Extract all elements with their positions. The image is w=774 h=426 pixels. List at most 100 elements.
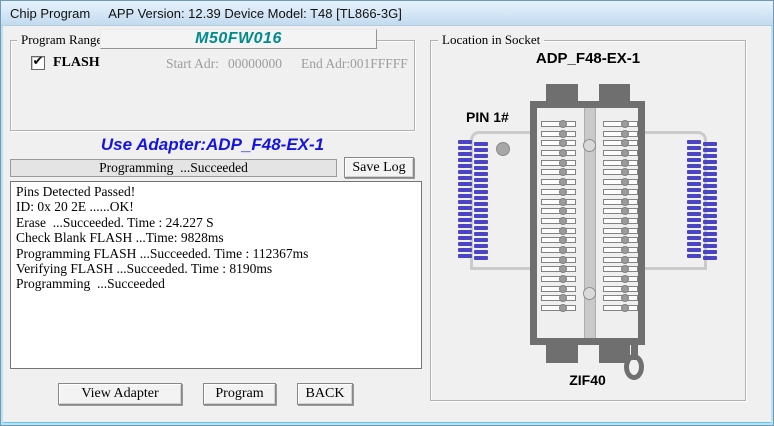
pin-header-right-col1: [687, 140, 701, 260]
zif-pin-slot: [541, 295, 576, 301]
log-area[interactable]: Pins Detected Passed!ID: 0x 20 2E ......…: [10, 181, 422, 369]
pin-header-bar: [474, 184, 488, 188]
program-label: Program: [215, 386, 263, 402]
pin-header-bar: [687, 218, 701, 222]
pin-contact-dot: [559, 236, 567, 244]
zif-pin-slot: [541, 208, 576, 214]
zif-pin-slot: [603, 218, 638, 224]
window-title: Chip Program: [10, 6, 90, 21]
pin-header-bar: [474, 244, 488, 248]
pin-header-bar: [458, 248, 472, 252]
view-adapter-label: View Adapter: [81, 386, 158, 402]
zif-pin-slot: [603, 131, 638, 137]
zif-pin-slot: [541, 276, 576, 282]
pin-header-bar: [474, 226, 488, 230]
log-line: Programming ...Succeeded: [16, 276, 416, 291]
pin-contact-dot: [621, 227, 629, 235]
pin-header-bar: [458, 188, 472, 192]
pin-header-left-col2: [474, 142, 488, 262]
flash-checkbox-label[interactable]: FLASH: [53, 55, 100, 71]
progress-bar: Programming ...Succeeded: [10, 159, 337, 177]
pin-contact-dot: [559, 294, 567, 302]
pin-header-bar: [474, 238, 488, 242]
log-line: ID: 0x 20 2E ......OK!: [16, 199, 416, 214]
pin-contact-dot: [621, 217, 629, 225]
pin-header-bar: [703, 250, 717, 254]
pin-contact-dot: [621, 130, 629, 138]
pin-contact-dot: [559, 207, 567, 215]
pin-header-bar: [687, 152, 701, 156]
pin-header-bar: [703, 214, 717, 218]
view-adapter-button[interactable]: View Adapter: [58, 383, 182, 405]
back-button[interactable]: BACK: [297, 383, 353, 405]
pin-contact-dot: [559, 227, 567, 235]
pin-header-bar: [687, 140, 701, 144]
save-log-button[interactable]: Save Log: [344, 157, 414, 178]
pin-header-bar: [458, 236, 472, 240]
pin-header-bar: [703, 184, 717, 188]
zif-pin-slot: [603, 305, 638, 311]
zif-pin-slot: [541, 179, 576, 185]
pin-header-bar: [703, 196, 717, 200]
zif-pin-slot: [603, 121, 638, 127]
pin-contact-dot: [621, 168, 629, 176]
pin-header-bar: [474, 196, 488, 200]
pin-header-bar: [458, 140, 472, 144]
pin-contact-dot: [559, 120, 567, 128]
pin-header-bar: [458, 218, 472, 222]
pin-header-bar: [703, 178, 717, 182]
program-button[interactable]: Program: [203, 383, 276, 405]
zif-pin-slot: [603, 208, 638, 214]
pin-contact-dot: [559, 246, 567, 254]
zif-slot-column-left: [541, 121, 578, 315]
title-bar: Chip Program APP Version: 12.39 Device M…: [1, 1, 773, 26]
pin-header-bar: [474, 142, 488, 146]
zif-pin-slot: [541, 199, 576, 205]
pin-header-bar: [687, 146, 701, 150]
pin-header-bar: [474, 148, 488, 152]
pin-header-bar: [703, 220, 717, 224]
pin-contact-dot: [559, 265, 567, 273]
zif-slot-column-right: [603, 121, 640, 315]
pin-contact-dot: [559, 168, 567, 176]
pin-header-bar: [687, 224, 701, 228]
pin-header-bar: [458, 176, 472, 180]
pin-contact-dot: [559, 188, 567, 196]
pin-header-bar: [458, 224, 472, 228]
pin-contact-dot: [621, 198, 629, 206]
pin-header-bar: [687, 254, 701, 258]
pin-header-bar: [703, 256, 717, 260]
pin1-label: PIN 1#: [466, 109, 509, 125]
pin-header-bar: [474, 202, 488, 206]
pin-header-bar: [703, 154, 717, 158]
zif-pin-slot: [541, 169, 576, 175]
pin-contact-dot: [559, 149, 567, 157]
pin-header-bar: [687, 188, 701, 192]
zif-pin-slot: [541, 247, 576, 253]
zif-pin-slot: [541, 266, 576, 272]
pin-header-bar: [703, 166, 717, 170]
zif-pin-slot: [603, 179, 638, 185]
pin-header-bar: [474, 256, 488, 260]
pin-header-bar: [687, 164, 701, 168]
log-line: Pins Detected Passed!: [16, 184, 416, 199]
log-line: Erase ...Succeeded. Time : 24.227 S: [16, 215, 416, 230]
pin-contact-dot: [621, 139, 629, 147]
flash-checkbox[interactable]: ✔: [31, 56, 45, 70]
pin-contact-dot: [559, 217, 567, 225]
end-adr-label: End Adr:: [301, 56, 350, 72]
zif-pin-slot: [541, 160, 576, 166]
pin-header-bar: [474, 154, 488, 158]
pin-header-bar: [703, 226, 717, 230]
pin-header-bar: [703, 142, 717, 146]
zif-pin-slot: [541, 150, 576, 156]
device-name-box: M50FW016: [100, 29, 377, 49]
rail-screw-top: [583, 139, 596, 152]
pin-contact-dot: [559, 285, 567, 293]
back-label: BACK: [306, 386, 345, 402]
pin-header-bar: [458, 158, 472, 162]
pin-header-bar: [687, 230, 701, 234]
socket-tab-bottom-left: [546, 344, 578, 363]
pin-header-bar: [458, 194, 472, 198]
pin-header-bar: [458, 230, 472, 234]
